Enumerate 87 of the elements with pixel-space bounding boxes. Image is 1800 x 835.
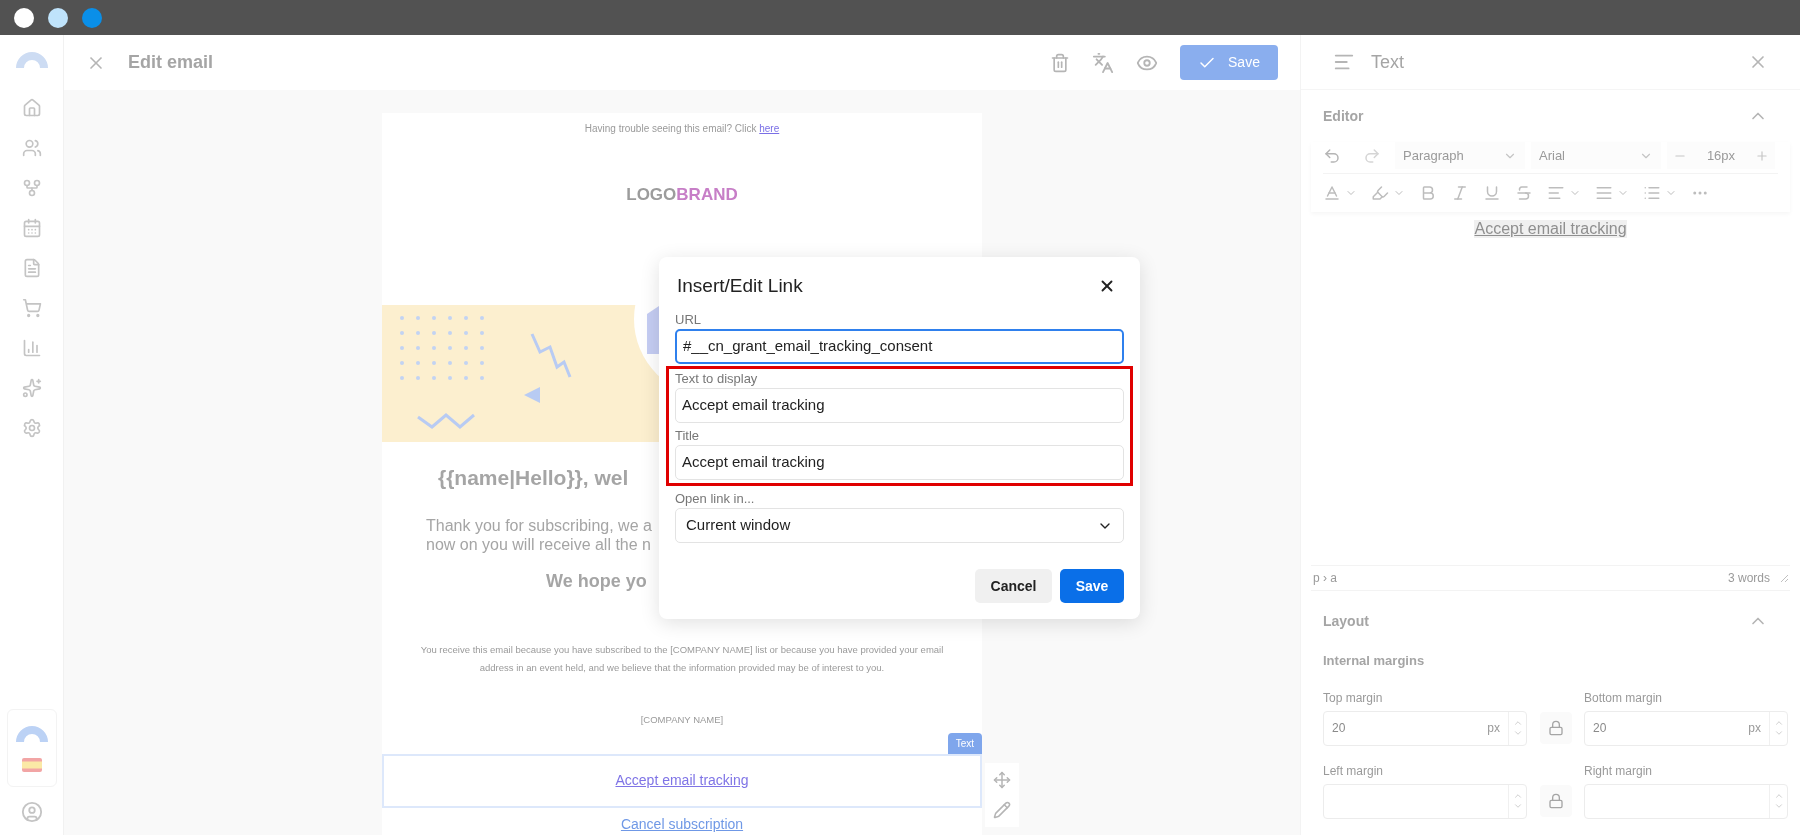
cart-icon[interactable] [21,298,42,318]
home-icon[interactable] [21,98,42,118]
logo-arch-icon[interactable] [15,724,48,742]
number-field[interactable] [1323,783,1527,819]
redo-icon[interactable] [1363,146,1381,165]
undo-icon[interactable] [1323,146,1341,165]
sparkles-icon[interactable] [21,378,42,398]
paragraph-line: now on you will receive all the n [426,534,652,554]
dialog-title: Insert/Edit Link [677,273,803,298]
increment-icon[interactable] [1512,791,1523,801]
line-height-icon[interactable] [1595,184,1613,202]
underline-icon[interactable] [1483,184,1501,202]
email-subheading: We hope yo [546,569,647,593]
here-link[interactable]: here [759,123,780,134]
company-name: [COMPANY NAME] [639,712,725,727]
settings-icon[interactable] [21,418,42,438]
increment-icon[interactable] [1512,718,1523,728]
word-count: 3 words [1727,570,1770,587]
element-path: p › a [1313,570,1337,587]
margin-label: Right margin [1584,762,1654,780]
translate-icon[interactable] [1092,51,1114,74]
unit-label: px [1487,720,1500,737]
email-heading: {{name|Hello}}, wel [438,465,629,491]
field-label: Open link in... [675,490,756,508]
section-title: Layout [1323,611,1369,631]
page-title: Edit email [128,51,214,74]
plus-icon[interactable] [1755,148,1769,163]
footer-text: You receive this email because you have subscribed to the [COMPANY NAME] list or because you have provided your email address in an event held, and we believe that the information provided may be of interest to you. [419,642,945,675]
cancel-button[interactable]: Cancel [975,569,1052,603]
field-label: Title [675,427,701,445]
resize-handle-icon[interactable] [1780,574,1788,582]
field-value: 20 [1332,720,1346,737]
user-avatar-icon[interactable] [20,801,43,823]
align-icon[interactable] [1547,184,1565,202]
logo-arch-icon[interactable] [15,50,48,68]
number-field[interactable]: 20 px [1584,710,1788,746]
preheader-text: Having trouble seeing this email? Click here [583,122,781,136]
lock-button[interactable] [1539,711,1572,744]
text-field[interactable]: Accept email tracking [675,445,1124,480]
margin-label: Bottom margin [1584,689,1664,707]
text-color-icon[interactable] [1323,184,1341,202]
decrement-icon[interactable] [1512,728,1523,738]
italic-icon[interactable] [1451,184,1469,202]
section-title: Editor [1323,106,1364,126]
window-control[interactable] [48,7,68,28]
decrement-icon[interactable] [1773,728,1784,738]
cancel-subscription-link[interactable]: Cancel subscription [620,813,744,835]
block-badge: Text [947,732,982,754]
save-button[interactable]: Save [1180,45,1278,80]
selected-block[interactable]: Accept email tracking [382,753,982,808]
field-value: 20 [1593,720,1607,737]
pencil-icon[interactable] [993,801,1011,819]
lock-icon [1547,719,1564,736]
number-field[interactable]: 20 px [1323,710,1527,746]
decrement-icon[interactable] [1773,801,1784,811]
decrement-icon[interactable] [1512,801,1523,811]
number-field[interactable] [1584,783,1788,819]
bar-chart-icon[interactable] [21,338,42,358]
trash-icon[interactable] [1050,52,1070,73]
text-field[interactable]: Accept email tracking [675,388,1124,423]
list-icon[interactable] [1643,184,1661,202]
editor-link-text: Accept email tracking [1474,220,1627,238]
subsection-title: Internal margins [1323,652,1426,670]
lock-button[interactable] [1539,784,1572,817]
unit-label: px [1748,720,1761,737]
save-button[interactable]: Save [1060,569,1124,603]
highlighter-icon[interactable] [1371,184,1389,202]
strikethrough-icon[interactable] [1515,184,1533,202]
people-icon[interactable] [21,138,42,158]
move-icon[interactable] [993,771,1011,789]
increment-icon[interactable] [1773,791,1784,801]
tracking-link[interactable]: Accept email tracking [615,770,749,792]
margin-label: Top margin [1323,689,1384,707]
increment-icon[interactable] [1773,718,1784,728]
branch-icon[interactable] [21,178,42,198]
lock-icon [1547,792,1564,809]
field-label: Text to display [675,370,759,388]
window-control[interactable] [14,7,34,28]
logo-text: LOGOBRAND [626,184,738,207]
margin-label: Left margin [1323,762,1385,780]
flag-icon[interactable] [21,758,42,772]
text-field[interactable]: #__cn_grant_email_tracking_consent [675,329,1124,364]
paragraph-line: Thank you for subscribing, we a [426,515,652,535]
panel-title: Text [1371,50,1404,74]
open-link-select[interactable]: Current window [675,508,1124,543]
field-label: URL [675,311,702,329]
calendar-icon[interactable] [21,218,42,238]
